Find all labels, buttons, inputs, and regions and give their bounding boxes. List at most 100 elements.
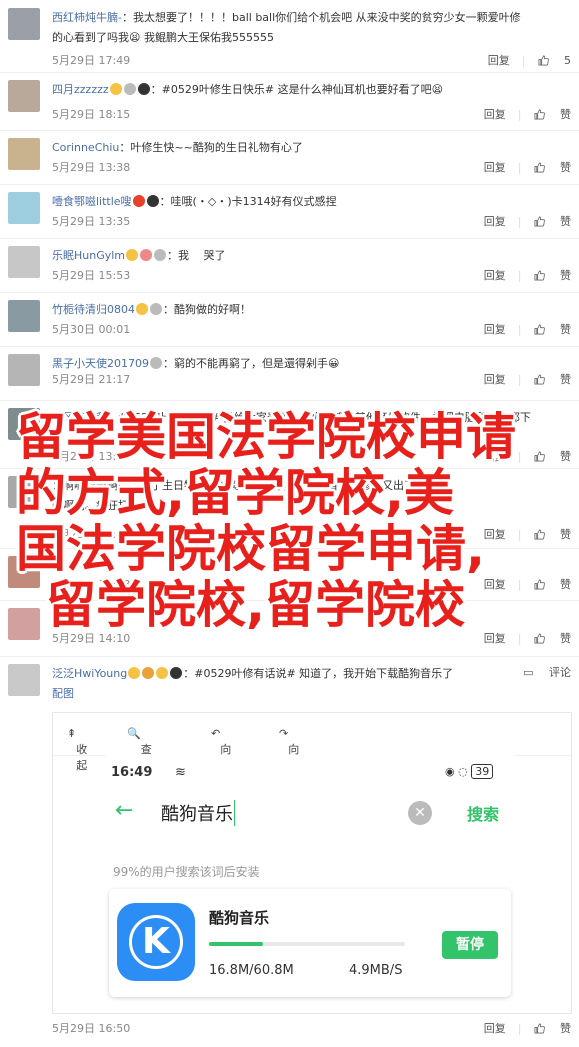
like-button[interactable]: 赞 bbox=[534, 215, 571, 228]
avatar[interactable] bbox=[8, 300, 40, 332]
view-large-button[interactable]: 🔍 查看大图 bbox=[127, 727, 152, 804]
comment-10: 5月29日 17:28 回复 | 赞 bbox=[0, 548, 579, 601]
avatar[interactable] bbox=[8, 246, 40, 278]
reply-button[interactable]: 回复 bbox=[484, 528, 506, 541]
reply-button[interactable]: 回复 bbox=[484, 450, 506, 463]
thumbs-up-icon bbox=[534, 374, 545, 385]
reply-button[interactable]: 回复 bbox=[484, 373, 506, 386]
verified-icon bbox=[128, 667, 141, 679]
reply-button[interactable]: 回复 bbox=[484, 323, 506, 336]
comment-button[interactable]: ▭ 评论 bbox=[523, 666, 571, 679]
reply-button[interactable]: 回复 bbox=[484, 632, 506, 645]
thumbs-up-icon bbox=[534, 529, 545, 540]
back-arrow-icon[interactable]: ← bbox=[115, 798, 133, 823]
avatar[interactable] bbox=[8, 408, 40, 440]
thumbs-up-icon bbox=[534, 1023, 545, 1034]
comment-9: ：啊啊啊啊啊啊太暖了生日特别版的真是非常好，现在才看到叶修哥又出了， 啊啊啊。疯… bbox=[0, 468, 579, 549]
badge-icon bbox=[123, 83, 136, 95]
timestamp: 5月29日 15:53 bbox=[52, 269, 131, 282]
timestamp: 5月29日 14:10 bbox=[52, 632, 131, 645]
pause-button[interactable]: 暂停 bbox=[442, 931, 498, 959]
collapse-button[interactable]: ⇞ 收起 bbox=[67, 727, 87, 772]
badge-icon bbox=[150, 357, 162, 369]
like-button[interactable]: 赞 bbox=[534, 450, 571, 463]
avatar[interactable] bbox=[8, 664, 40, 696]
avatar[interactable] bbox=[8, 556, 40, 588]
avatar[interactable] bbox=[8, 476, 40, 508]
search-input[interactable]: 酷狗音乐 bbox=[161, 800, 235, 826]
comment-text: ：#0529叶修有话说# 知道了，我开始下载酷狗音乐了 bbox=[183, 667, 454, 680]
badge-icon bbox=[126, 249, 139, 261]
username[interactable]: 乐眠HunGylm bbox=[52, 249, 125, 262]
image-label[interactable]: 配图 bbox=[52, 684, 74, 704]
like-button[interactable]: 赞 bbox=[534, 632, 571, 645]
timestamp: 5月29日 16:50 bbox=[52, 1022, 131, 1035]
avatar[interactable] bbox=[8, 608, 40, 640]
thumbs-up-icon bbox=[534, 162, 545, 173]
timestamp: 5月29日 13:35 bbox=[52, 215, 131, 228]
thumbs-up-icon bbox=[534, 270, 545, 281]
rotate-left-button[interactable]: ↶ 向左转 bbox=[211, 727, 231, 788]
timestamp: 5月30日 00:01 bbox=[52, 323, 131, 336]
kugou-app-icon: K bbox=[117, 903, 195, 981]
downloaded-size: 16.8M/60.8M bbox=[209, 963, 294, 978]
comment-3: CorinneChiu：叶修生快~~酷狗的生日礼物有心了 5月29日 13:38… bbox=[0, 130, 579, 185]
like-button[interactable]: 赞 bbox=[534, 528, 571, 541]
timestamp: 5月29日 13:50 bbox=[52, 450, 131, 463]
avatar[interactable] bbox=[8, 80, 40, 112]
username[interactable]: 泛泛HwiYoung bbox=[52, 667, 127, 680]
thumbs-up-icon bbox=[534, 579, 545, 590]
avatar[interactable] bbox=[8, 8, 40, 40]
battery-indicator: ◉ ◌ 39 bbox=[445, 764, 494, 779]
avatar[interactable] bbox=[8, 354, 40, 386]
thumbs-up-icon bbox=[534, 451, 545, 462]
avatar[interactable] bbox=[8, 138, 40, 170]
like-button[interactable]: 5 bbox=[538, 54, 571, 67]
rotate-right-button[interactable]: ↷ 向右转 bbox=[279, 727, 299, 788]
username[interactable]: 黑子小天使201709 bbox=[52, 357, 149, 370]
username[interactable]: CorinneChiu bbox=[52, 141, 119, 154]
sunglasses-icon bbox=[156, 667, 169, 679]
like-button[interactable]: 赞 bbox=[534, 1022, 571, 1035]
comment-7: 黑子小天使201709 ：窮的不能再窮了，但是還得剁手😀 5月29日 21:17 … bbox=[0, 346, 579, 401]
search-button[interactable]: 搜索 bbox=[467, 801, 499, 825]
timestamp: 5月29日 18:15 bbox=[52, 108, 131, 121]
clear-icon[interactable]: ✕ bbox=[408, 801, 432, 825]
like-button[interactable]: 赞 bbox=[534, 108, 571, 121]
reply-button[interactable]: 回复 bbox=[484, 215, 506, 228]
download-speed: 4.9MB/S bbox=[349, 963, 403, 978]
like-button[interactable]: 赞 bbox=[534, 578, 571, 591]
comment-text-line2: 啊啊啊。疯狂打call bbox=[52, 499, 148, 512]
like-button[interactable]: 赞 bbox=[534, 373, 571, 386]
reply-button[interactable]: 回复 bbox=[484, 269, 506, 282]
like-button[interactable]: 赞 bbox=[534, 323, 571, 336]
reply-button[interactable]: 回复 bbox=[484, 161, 506, 174]
reply-button[interactable]: 回复 bbox=[484, 108, 506, 121]
avatar[interactable] bbox=[8, 192, 40, 224]
comment-text: ：我 哭了 bbox=[167, 249, 226, 262]
username[interactable]: 寒风冻煞我 bbox=[52, 411, 107, 424]
panda-icon bbox=[170, 667, 183, 679]
comment-text: ：啊啊啊啊啊啊太暖了生日特别版的真是非常好，现在才看到叶修哥又出了， bbox=[52, 479, 426, 492]
comment-text: ：#0529叶修生日快乐# 这是什么神仙耳机也要好看了吧😫 bbox=[150, 83, 444, 96]
reply-button[interactable]: 回复 bbox=[484, 578, 506, 591]
reply-button[interactable]: 回复 bbox=[484, 1022, 506, 1035]
comment-8: 寒风冻煞我：#0529叶修有话说# 我给大家表演一个火速卸载其他音乐软件，并把电… bbox=[0, 400, 579, 469]
timestamp: 5月29日 13:38 bbox=[52, 161, 131, 174]
badge-icon bbox=[154, 249, 167, 261]
username[interactable]: 西红柿炖牛腩- bbox=[52, 11, 122, 24]
embedded-screenshot: ⇞ 收起 🔍 查看大图 ↶ 向左转 ↷ 向右转 16:49 ≋ ◉ ◌ 39 ←… bbox=[52, 712, 572, 1014]
badge-icon bbox=[140, 249, 153, 261]
username[interactable]: 竹栀待清归0804 bbox=[52, 303, 135, 316]
badge-icon bbox=[109, 83, 122, 95]
username[interactable]: 四月zzzzzz bbox=[52, 83, 109, 96]
username[interactable]: 噎食鄂嗞little嗖 bbox=[52, 195, 132, 208]
panda-icon bbox=[146, 195, 159, 207]
wifi-icon: ≋ bbox=[175, 765, 186, 780]
timestamp: 5月29日 21:17 bbox=[52, 373, 131, 386]
like-button[interactable]: 赞 bbox=[534, 161, 571, 174]
search-bar: ← 酷狗音乐 ✕ 搜索 bbox=[105, 795, 515, 831]
reply-button[interactable]: 回复 bbox=[488, 54, 510, 67]
like-button[interactable]: 赞 bbox=[534, 269, 571, 282]
app-download-card[interactable]: K 酷狗音乐 16.8M/60.8M 4.9MB/S 暂停 bbox=[109, 889, 511, 997]
